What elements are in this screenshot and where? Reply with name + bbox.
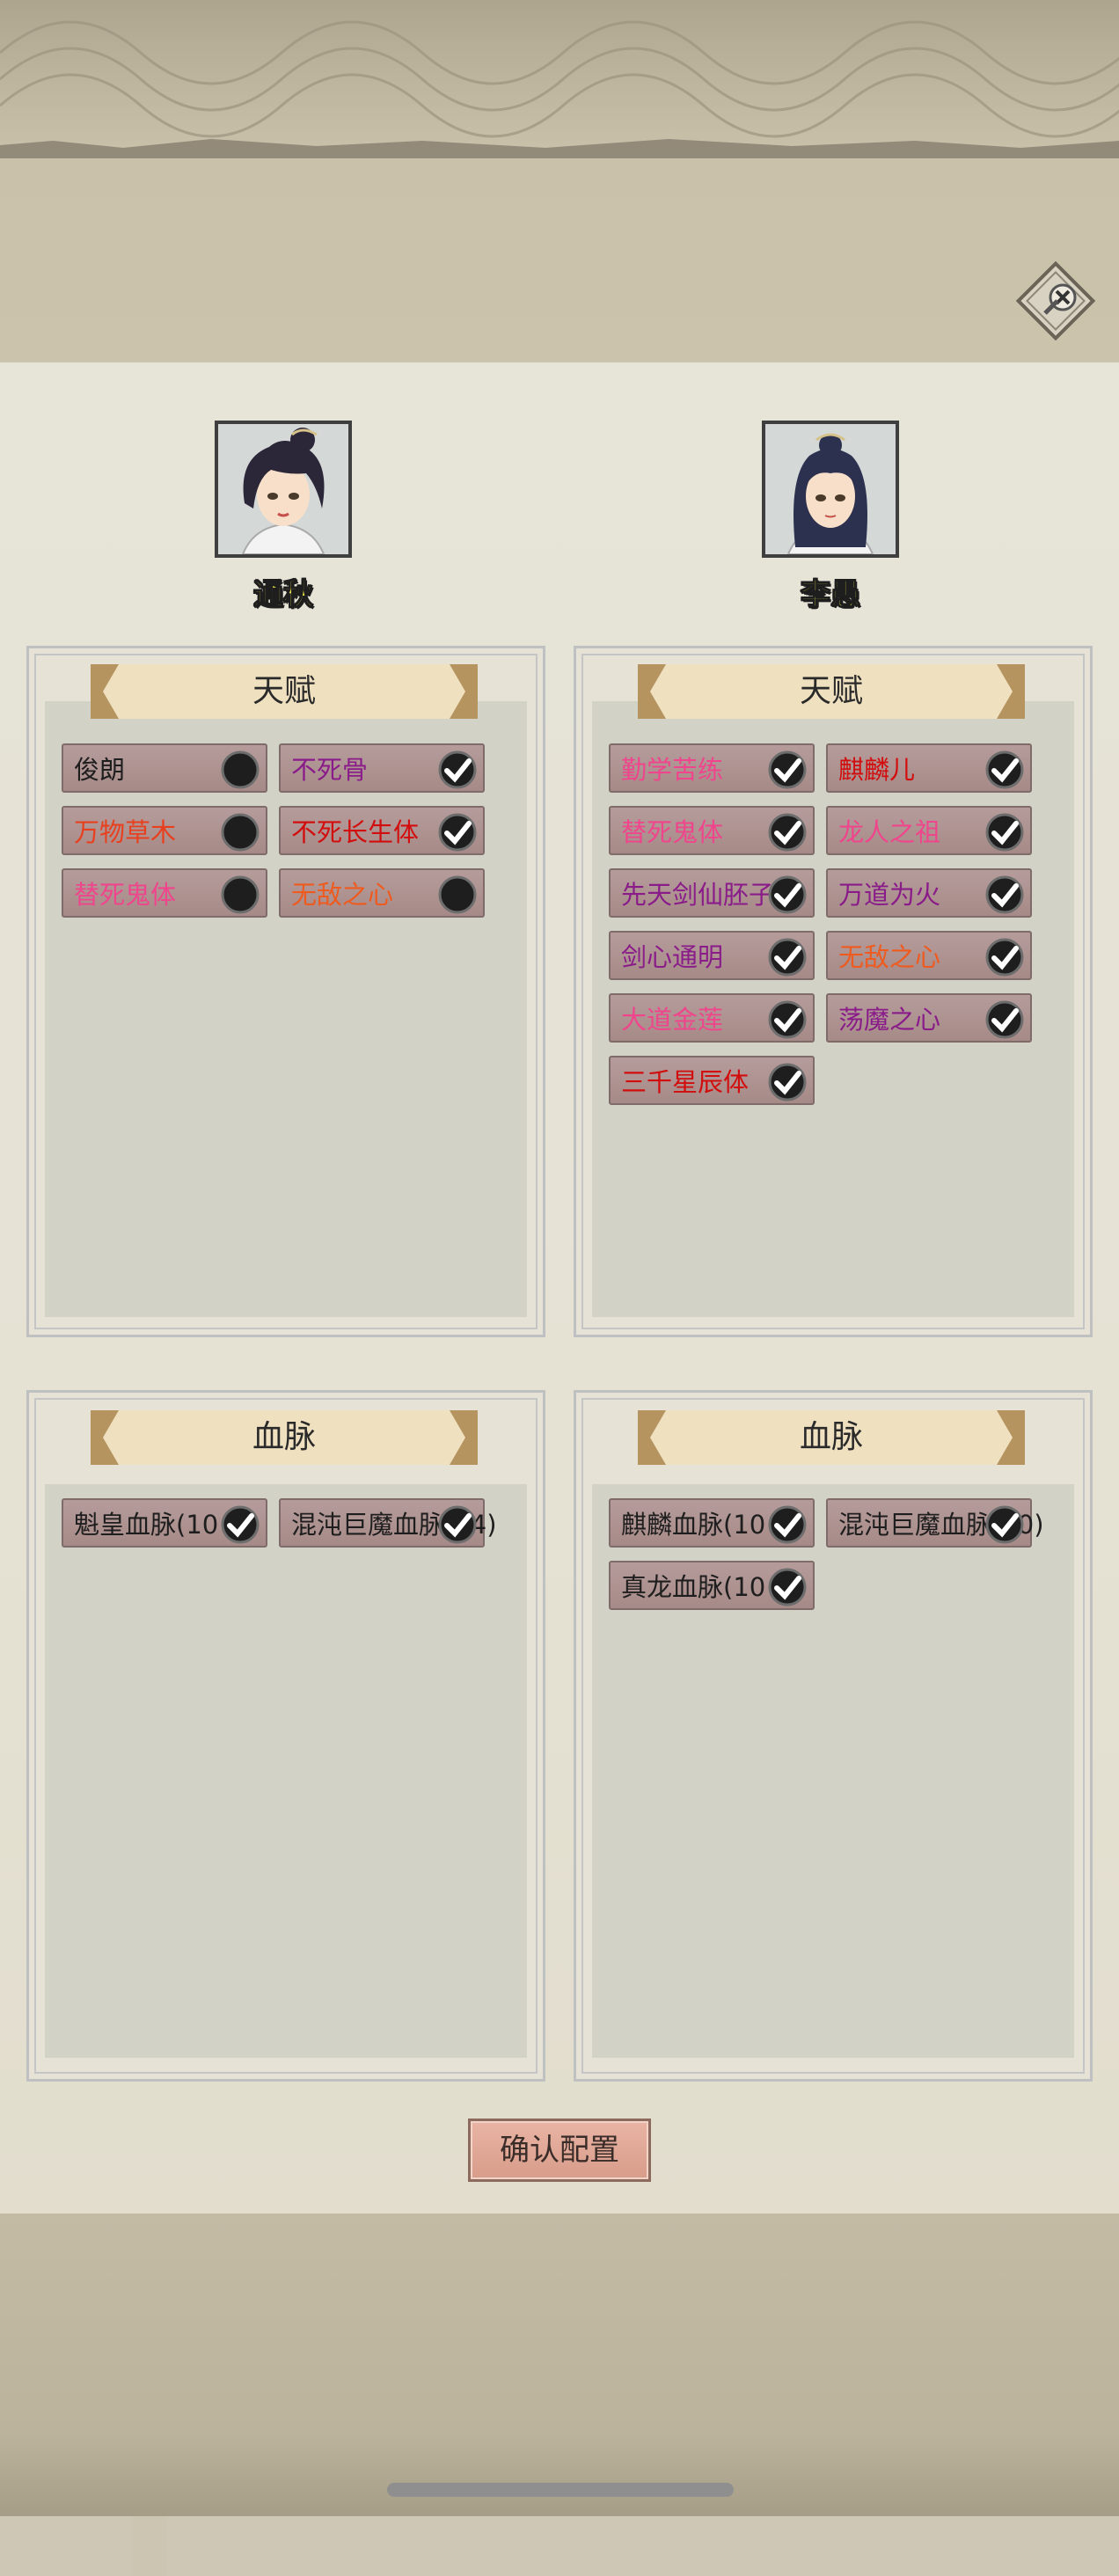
checkmark-icon [985, 1000, 1024, 1039]
tag-item[interactable]: 大道金莲 [609, 993, 815, 1043]
avatar-right[interactable] [762, 421, 899, 558]
avatar-portrait-long-hair [765, 424, 896, 555]
cloud-wave-pattern [0, 20, 1119, 158]
bloodline-section-left: 血脉 [26, 1390, 545, 2082]
checkmark-icon [985, 875, 1024, 914]
tag-label: 剑心通明 [621, 942, 724, 972]
bloodline-title-left: 血脉 [252, 1419, 316, 1455]
checkmark-icon [985, 813, 1024, 852]
talent-title-right: 天赋 [799, 673, 863, 709]
checkmark-icon [438, 750, 477, 789]
tag-item[interactable]: 不死骨 [279, 743, 485, 793]
character-name-right: 李愚 [800, 576, 860, 612]
tag-item[interactable]: 龙人之祖 [826, 806, 1032, 855]
tag-label: 荡魔之心 [838, 1005, 941, 1035]
tag-item[interactable]: 三千星辰体 [609, 1056, 815, 1105]
talent-title-left: 天赋 [252, 673, 316, 709]
checkmark-icon [768, 813, 807, 852]
tag-label: 不死长生体 [291, 817, 420, 847]
top-decor-band [0, 0, 1119, 362]
tag-item[interactable]: 混沌巨魔血脉(34) [279, 1498, 497, 1548]
tag-label: 魁皇血脉(10 [74, 1510, 219, 1540]
tag-label: 万物草木 [74, 817, 177, 847]
tag-label: 大道金莲 [621, 1005, 724, 1035]
bottom-decor-band [0, 2214, 1119, 2516]
tag-item[interactable]: 麒麟血脉(10 [609, 1498, 815, 1548]
tag-item[interactable]: 勤学苦练 [609, 743, 815, 793]
close-icon [1015, 260, 1096, 341]
tag-label: 龙人之祖 [838, 817, 941, 847]
checkmark-icon [768, 1568, 807, 1606]
checkmark-icon [768, 938, 807, 977]
bloodline-section-right: 血脉 [574, 1390, 1093, 2082]
tag-item[interactable]: 替死鬼体 [62, 868, 267, 918]
tag-item[interactable]: 俊朗 [62, 743, 267, 793]
tag-item[interactable]: 荡魔之心 [826, 993, 1032, 1043]
tag-item[interactable]: 真龙血脉(10 [609, 1561, 815, 1610]
character-name-left: 通秋 [252, 576, 313, 612]
checkmark-icon [768, 1063, 807, 1101]
tag-item[interactable]: 魁皇血脉(10 [62, 1498, 267, 1548]
tag-label: 麒麟儿 [838, 755, 916, 785]
confirm-config-button[interactable]: 确认配置 [468, 2119, 651, 2182]
tag-label: 先天剑仙胚子 [621, 880, 775, 910]
unselected-dot-icon [221, 750, 260, 789]
checkmark-icon [985, 750, 1024, 789]
unselected-dot-icon [438, 875, 477, 914]
bloodline-title-right: 血脉 [799, 1419, 863, 1455]
checkmark-icon [768, 1505, 807, 1544]
checkmark-icon [768, 875, 807, 914]
avatar-portrait-bun-hair [218, 424, 348, 555]
avatar-left[interactable] [215, 421, 352, 558]
checkmark-icon [985, 1505, 1024, 1544]
tag-item[interactable]: 替死鬼体 [609, 806, 815, 855]
tag-item[interactable]: 无敌之心 [279, 868, 485, 918]
bloodline-list-left [45, 1484, 527, 2058]
tag-item[interactable]: 混沌巨魔血脉(10) [826, 1498, 1044, 1548]
tag-item[interactable]: 先天剑仙胚子 [609, 868, 815, 918]
tag-label: 真龙血脉(10 [621, 1572, 766, 1602]
close-button[interactable] [1012, 257, 1100, 345]
checkmark-icon [985, 938, 1024, 977]
tag-label: 无敌之心 [291, 880, 394, 910]
tag-item[interactable]: 不死长生体 [279, 806, 485, 855]
checkmark-icon [768, 750, 807, 789]
checkmark-icon [768, 1000, 807, 1039]
tag-label: 替死鬼体 [74, 880, 177, 910]
tag-label: 替死鬼体 [621, 817, 724, 847]
unselected-dot-icon [221, 813, 260, 852]
tag-item[interactable]: 无敌之心 [826, 931, 1032, 980]
unselected-dot-icon [221, 875, 260, 914]
tag-item[interactable]: 麒麟儿 [826, 743, 1032, 793]
home-indicator[interactable] [387, 2483, 734, 2497]
tag-label: 三千星辰体 [621, 1067, 750, 1097]
checkmark-icon [221, 1505, 260, 1544]
tag-label: 麒麟血脉(10 [621, 1510, 766, 1540]
checkmark-icon [438, 1505, 477, 1544]
checkmark-icon [438, 813, 477, 852]
tag-label: 俊朗 [74, 755, 126, 785]
tag-label: 勤学苦练 [621, 755, 724, 785]
tag-label: 无敌之心 [838, 942, 941, 972]
tag-item[interactable]: 万道为火 [826, 868, 1032, 918]
tag-item[interactable]: 剑心通明 [609, 931, 815, 980]
tag-label: 万道为火 [838, 880, 941, 910]
tag-label: 不死骨 [291, 755, 369, 785]
tag-item[interactable]: 万物草木 [62, 806, 267, 855]
